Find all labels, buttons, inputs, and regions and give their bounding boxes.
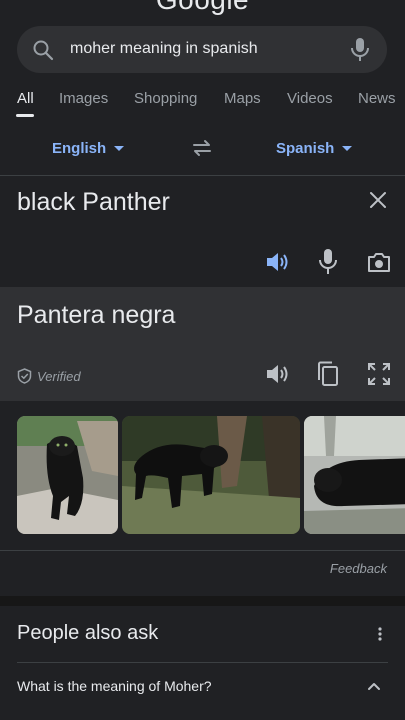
speaker-icon[interactable] (265, 362, 291, 386)
target-language-dropdown[interactable]: Spanish (276, 140, 353, 157)
target-language-label: Spanish (276, 140, 335, 157)
search-bar[interactable]: moher meaning in spanish (17, 26, 387, 73)
panther-image-2[interactable] (122, 416, 300, 534)
verified-label: Verified (37, 368, 81, 384)
people-also-ask-section: People also ask What is the meaning of M… (0, 596, 405, 720)
divider (17, 662, 388, 663)
microphone-icon[interactable] (349, 37, 371, 63)
speaker-icon[interactable] (265, 250, 291, 274)
swap-languages-icon[interactable] (190, 136, 214, 160)
camera-icon[interactable] (366, 250, 392, 274)
close-icon[interactable] (368, 190, 388, 210)
caret-down-icon (114, 146, 125, 151)
tab-news[interactable]: News (358, 90, 396, 107)
search-tabs: All Images Shopping Maps Videos News (0, 90, 405, 120)
verified-shield-icon (17, 368, 32, 384)
tab-images[interactable]: Images (59, 90, 108, 107)
panther-image-3[interactable] (304, 416, 405, 534)
source-text-input[interactable]: black Panther (17, 188, 170, 217)
divider (0, 550, 405, 551)
search-input[interactable]: moher meaning in spanish (70, 40, 258, 58)
translated-text: Pantera negra (17, 301, 176, 329)
translation-result-panel: Pantera negra Verified (0, 287, 405, 401)
question-item[interactable]: What is the meaning of Moher? (17, 678, 212, 694)
feedback-link[interactable]: Feedback (330, 561, 387, 576)
active-tab-indicator (16, 114, 34, 117)
fullscreen-icon[interactable] (367, 362, 391, 386)
tab-all[interactable]: All (17, 90, 34, 107)
people-also-ask-title: People also ask (17, 622, 159, 644)
google-logo[interactable]: Google (0, 0, 405, 16)
copy-icon[interactable] (317, 361, 339, 387)
source-language-dropdown[interactable]: English (52, 140, 125, 157)
language-selector-row: English Spanish (0, 128, 405, 172)
search-icon[interactable] (31, 38, 55, 62)
tab-shopping[interactable]: Shopping (134, 90, 197, 107)
image-results-carousel[interactable] (0, 416, 405, 536)
source-language-label: English (52, 140, 107, 157)
divider (0, 175, 405, 176)
tab-videos[interactable]: Videos (287, 90, 333, 107)
panther-image-1[interactable] (17, 416, 118, 534)
verified-badge: Verified (17, 368, 81, 384)
tab-maps[interactable]: Maps (224, 90, 261, 107)
microphone-icon[interactable] (318, 248, 338, 276)
chevron-up-icon[interactable] (366, 678, 382, 694)
caret-down-icon (342, 146, 353, 151)
more-options-icon[interactable] (376, 624, 384, 644)
